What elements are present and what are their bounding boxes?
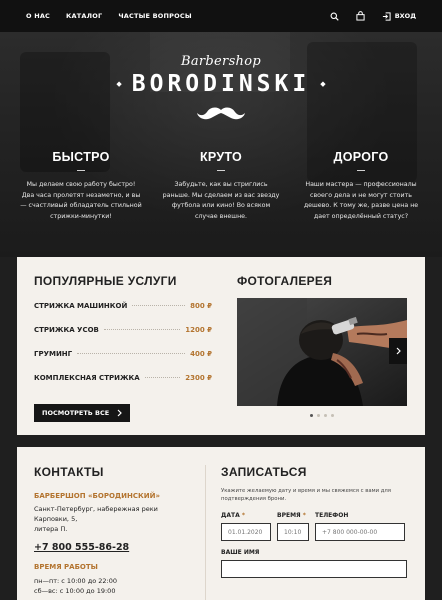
address-line: литера П. bbox=[34, 525, 68, 533]
services-block: ПОПУЛЯРНЫЕ УСЛУГИ СТРИЖКА МАШИНКОЙ 800 ₽… bbox=[34, 274, 212, 422]
gallery-dot[interactable] bbox=[310, 414, 313, 417]
feature-expensive: ДОРОГО Наши мастера — профессионалы свое… bbox=[300, 150, 422, 222]
login-icon bbox=[382, 11, 391, 21]
hero-section: Barbershop ◆ BORODINSKI ◆ БЫСТРО Мы дела… bbox=[0, 32, 442, 257]
services-gallery-card: ПОПУЛЯРНЫЕ УСЛУГИ СТРИЖКА МАШИНКОЙ 800 ₽… bbox=[17, 257, 425, 435]
barber-photo-image bbox=[237, 298, 407, 406]
name-input[interactable] bbox=[221, 560, 407, 578]
gallery-next-button[interactable] bbox=[389, 338, 407, 364]
services-title: ПОПУЛЯРНЫЕ УСЛУГИ bbox=[34, 274, 177, 288]
service-price: 800 ₽ bbox=[190, 302, 212, 310]
login-link[interactable]: ВХОД bbox=[382, 11, 416, 21]
main-nav: О НАС КАТАЛОГ ЧАСТЫЕ ВОПРОСЫ bbox=[26, 12, 192, 20]
time-label: ВРЕМЯ bbox=[277, 512, 301, 519]
diamond-icon: ◆ bbox=[320, 80, 326, 88]
view-all-button[interactable]: ПОСМОТРЕТЬ ВСЕ bbox=[34, 404, 131, 422]
time-input[interactable] bbox=[277, 523, 309, 541]
address: Санкт-Петербург, набережная реки Карповк… bbox=[34, 504, 194, 534]
gallery-dot[interactable] bbox=[324, 414, 327, 417]
nav-faq[interactable]: ЧАСТЫЕ ВОПРОСЫ bbox=[118, 12, 191, 20]
service-name: ГРУМИНГ bbox=[34, 350, 73, 358]
top-navigation: О НАС КАТАЛОГ ЧАСТЫЕ ВОПРОСЫ ВХОД bbox=[0, 0, 442, 32]
service-row: ГРУМИНГ 400 ₽ bbox=[34, 350, 212, 374]
phone-link[interactable]: +7 800 555-86-28 bbox=[34, 542, 194, 553]
gallery-photo[interactable] bbox=[237, 298, 407, 406]
phone-field-group: ТЕЛЕФОН bbox=[315, 512, 405, 541]
hours-weekdays: пн—пт: с 10:00 до 22:00 bbox=[34, 577, 117, 585]
service-name: СТРИЖКА УСОВ bbox=[34, 326, 99, 334]
date-input[interactable] bbox=[221, 523, 271, 541]
address-line: Санкт-Петербург, набережная реки Карповк… bbox=[34, 505, 158, 523]
nav-about[interactable]: О НАС bbox=[26, 12, 50, 20]
required-mark: * bbox=[241, 512, 245, 519]
feature-fast: БЫСТРО Мы делаем свою работу быстро! Два… bbox=[20, 150, 142, 222]
service-row: СТРИЖКА УСОВ 1200 ₽ bbox=[34, 326, 212, 350]
date-field-group: ДАТА * bbox=[221, 512, 271, 541]
mustache-icon bbox=[197, 107, 245, 120]
chevron-right-icon bbox=[396, 347, 401, 355]
feature-title: КРУТО bbox=[199, 150, 243, 164]
contacts-booking-card: КОНТАКТЫ БАРБЕРШОП «БОРОДИНСКИЙ» Санкт-П… bbox=[17, 447, 425, 600]
phone-input[interactable] bbox=[315, 523, 405, 541]
features-list: БЫСТРО Мы делаем свою работу быстро! Два… bbox=[0, 150, 442, 222]
gallery-dot[interactable] bbox=[317, 414, 320, 417]
booking-row: ДАТА * ВРЕМЯ * ТЕЛЕФОН bbox=[221, 512, 411, 541]
working-hours: пн—пт: с 10:00 до 22:00 сб—вс: с 10:00 д… bbox=[34, 576, 194, 596]
arrow-right-icon bbox=[117, 409, 123, 417]
note-line: Укажите желаемую дату и время и мы свяже… bbox=[221, 488, 391, 494]
diamond-icon: ◆ bbox=[116, 80, 122, 88]
login-label: ВХОД bbox=[394, 12, 416, 20]
feature-text: Наши мастера — профессионалы своего дела… bbox=[303, 181, 419, 220]
service-row: СТРИЖКА МАШИНКОЙ 800 ₽ bbox=[34, 302, 212, 326]
name-label: ВАШЕ ИМЯ bbox=[221, 549, 260, 556]
feature-title: ДОРОГО bbox=[333, 150, 389, 164]
gallery-pagination bbox=[237, 414, 407, 417]
name-field-group: ВАШЕ ИМЯ bbox=[221, 549, 411, 578]
time-field-group: ВРЕМЯ * bbox=[277, 512, 309, 541]
basket-icon[interactable] bbox=[356, 11, 366, 21]
service-row: КОМПЛЕКСНАЯ СТРИЖКА 2300 ₽ bbox=[34, 374, 212, 398]
note-line: подтверждения брони. bbox=[221, 496, 287, 502]
feature-cool: КРУТО Забудьте, как вы стриглись раньше.… bbox=[160, 150, 282, 222]
contacts-title: КОНТАКТЫ bbox=[34, 465, 104, 479]
required-mark: * bbox=[302, 512, 306, 519]
service-price: 1200 ₽ bbox=[185, 326, 212, 334]
gallery-title: ФОТОГАЛЕРЕЯ bbox=[237, 274, 333, 288]
header-tools: ВХОД bbox=[330, 11, 416, 21]
company-name: БАРБЕРШОП «БОРОДИНСКИЙ» bbox=[34, 492, 160, 500]
booking-note: Укажите желаемую дату и время и мы свяже… bbox=[221, 487, 411, 503]
divider bbox=[205, 465, 206, 600]
brand-logo[interactable]: Barbershop ◆ BORODINSKI ◆ bbox=[0, 54, 442, 121]
phone-label: ТЕЛЕФОН bbox=[315, 512, 349, 519]
nav-catalog[interactable]: КАТАЛОГ bbox=[66, 12, 102, 20]
gallery-block: ФОТОГАЛЕРЕЯ bbox=[237, 274, 407, 417]
logo-name: BORODINSKI bbox=[131, 71, 311, 97]
view-all-label: ПОСМОТРЕТЬ ВСЕ bbox=[42, 409, 110, 417]
booking-form: ЗАПИСАТЬСЯ Укажите желаемую дату и время… bbox=[221, 465, 411, 578]
feature-text: Забудьте, как вы стриглись раньше. Мы сд… bbox=[162, 181, 280, 220]
search-icon[interactable] bbox=[330, 11, 340, 21]
contacts-block: КОНТАКТЫ БАРБЕРШОП «БОРОДИНСКИЙ» Санкт-П… bbox=[34, 465, 194, 600]
service-name: КОМПЛЕКСНАЯ СТРИЖКА bbox=[34, 374, 140, 382]
date-label: ДАТА bbox=[221, 512, 240, 519]
gallery-dot[interactable] bbox=[331, 414, 334, 417]
service-name: СТРИЖКА МАШИНКОЙ bbox=[34, 302, 128, 310]
booking-title: ЗАПИСАТЬСЯ bbox=[221, 465, 307, 479]
hours-weekend: сб—вс: с 10:00 до 19:00 bbox=[34, 587, 116, 595]
service-price: 400 ₽ bbox=[190, 350, 212, 358]
hours-title: ВРЕМЯ РАБОТЫ bbox=[34, 563, 98, 571]
logo-script: Barbershop bbox=[181, 54, 261, 69]
service-price: 2300 ₽ bbox=[185, 374, 212, 382]
feature-text: Мы делаем свою работу быстро! Два часа п… bbox=[20, 181, 142, 220]
feature-title: БЫСТРО bbox=[52, 150, 110, 164]
